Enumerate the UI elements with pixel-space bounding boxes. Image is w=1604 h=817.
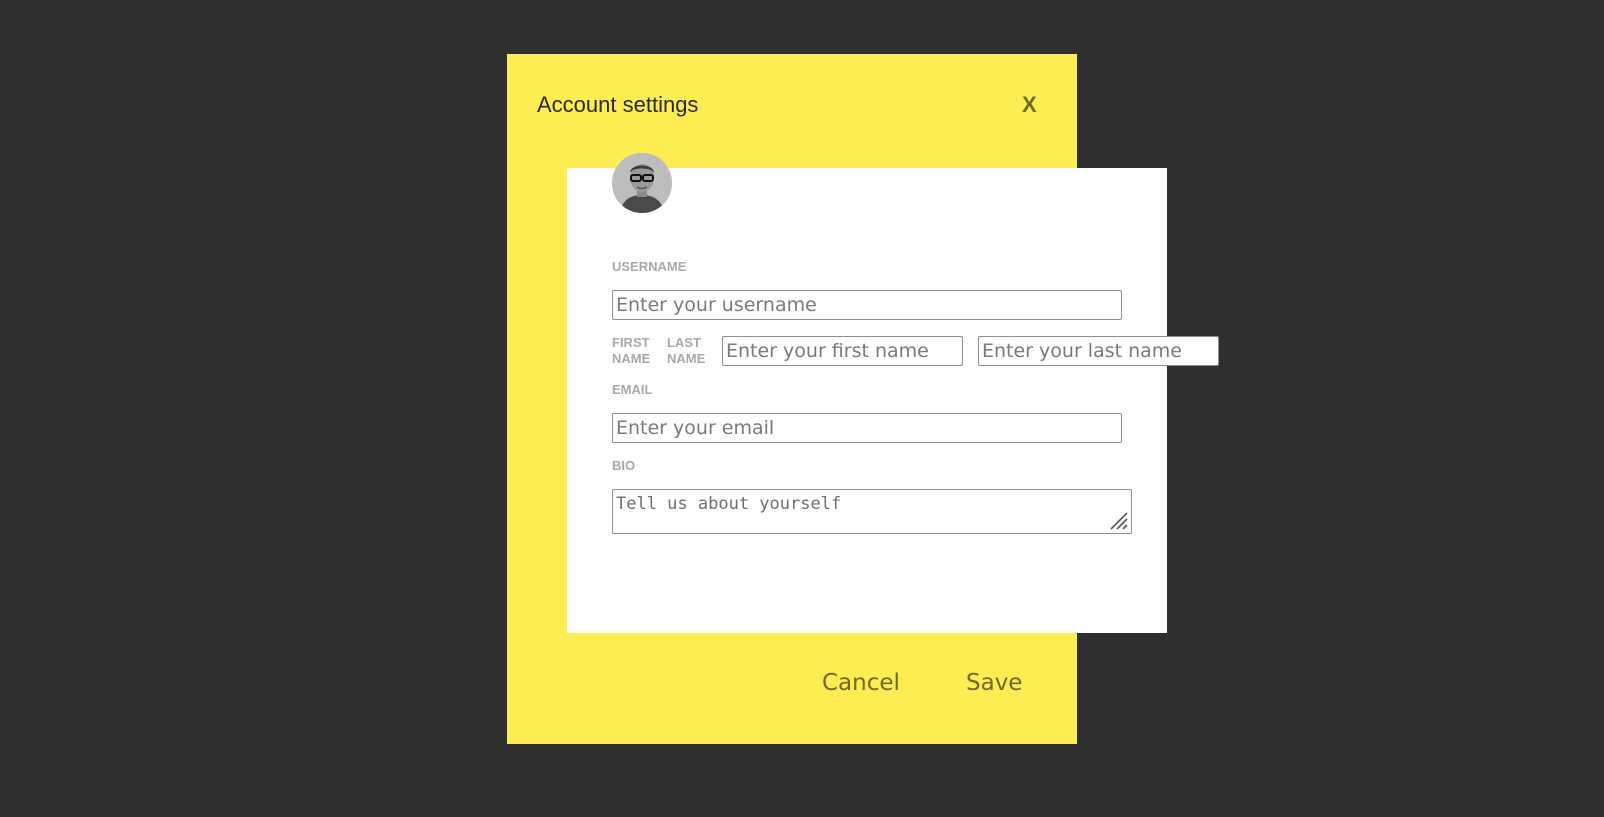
last-name-input[interactable]: Enter your last name bbox=[978, 336, 1219, 366]
last-name-label-line1: LAST bbox=[667, 335, 701, 350]
save-button[interactable]: Save bbox=[966, 670, 1022, 696]
email-label: EMAIL bbox=[612, 382, 653, 397]
avatar[interactable] bbox=[612, 153, 672, 213]
user-avatar-icon bbox=[612, 153, 672, 213]
bio-placeholder: Tell us about yourself bbox=[616, 494, 842, 514]
first-name-label-line2: NAME bbox=[612, 351, 651, 366]
form-card bbox=[567, 168, 1167, 633]
first-name-label: FIRST NAME bbox=[612, 335, 650, 367]
modal-title: Account settings bbox=[537, 92, 699, 117]
first-name-label-line1: FIRST bbox=[612, 335, 650, 350]
username-input[interactable]: Enter your username bbox=[612, 290, 1122, 320]
last-name-label: LAST NAME bbox=[667, 335, 705, 367]
email-input[interactable]: Enter your email bbox=[612, 413, 1122, 443]
bio-textarea[interactable]: Tell us about yourself bbox=[612, 489, 1132, 534]
resize-grip-icon[interactable] bbox=[1107, 509, 1129, 531]
bio-label: BIO bbox=[612, 458, 636, 473]
close-button[interactable]: X bbox=[1022, 92, 1037, 118]
last-name-label-line2: NAME bbox=[667, 351, 706, 366]
cancel-button[interactable]: Cancel bbox=[822, 670, 900, 696]
first-name-input[interactable]: Enter your first name bbox=[722, 336, 963, 366]
username-label: USERNAME bbox=[612, 259, 687, 274]
